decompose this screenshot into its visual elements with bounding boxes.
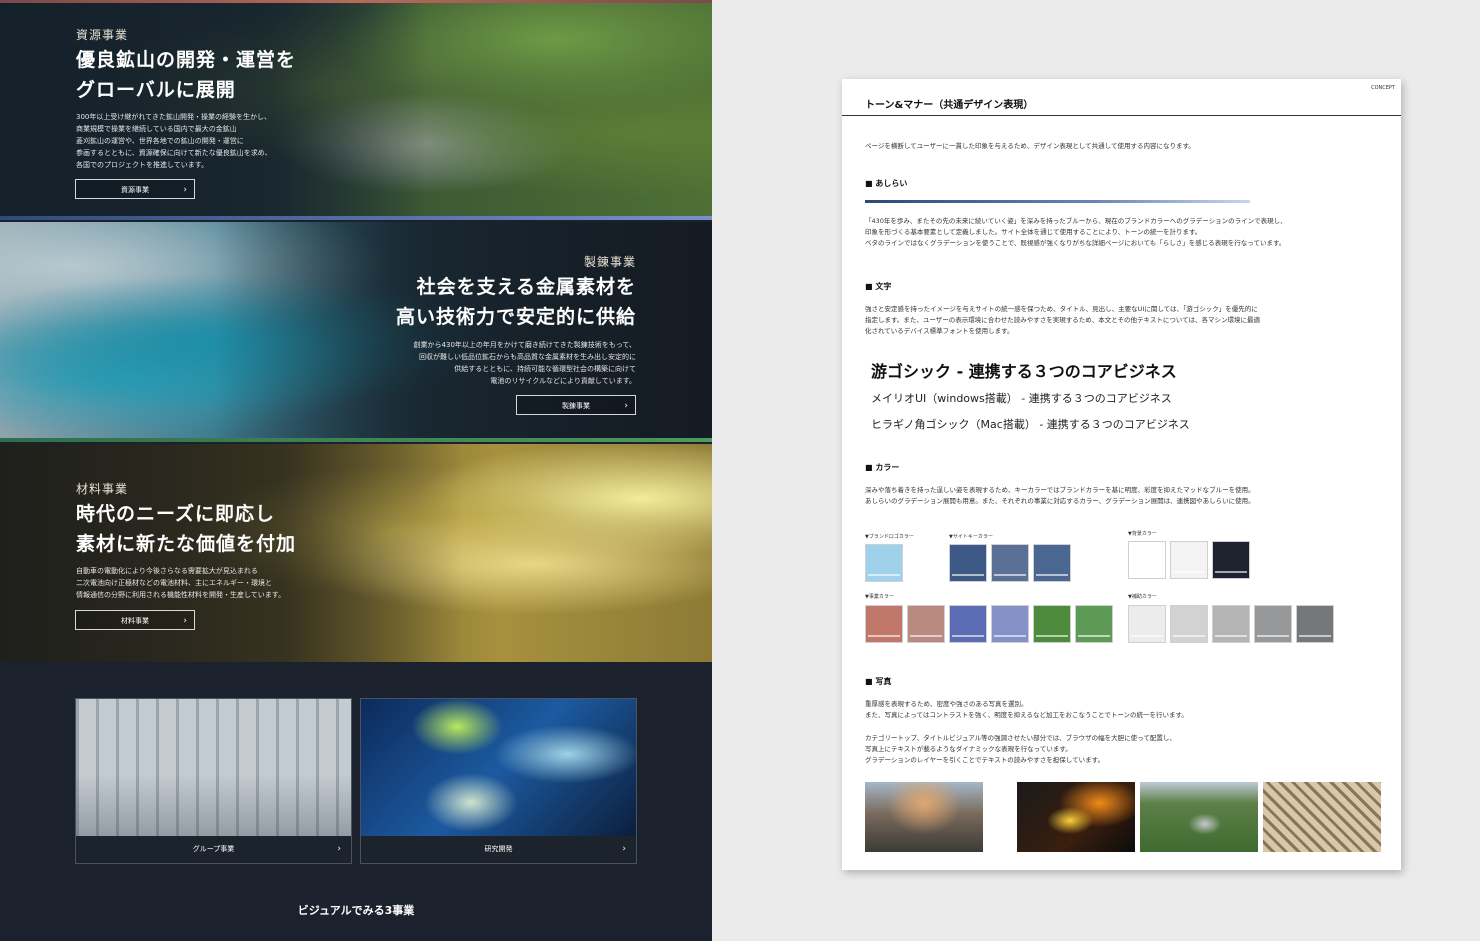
photo-sample-aerial xyxy=(1140,782,1258,852)
website-mockup: 資源事業 優良鉱山の開発・運営を グローバルに展開 300年以上受け継がれてきた… xyxy=(0,0,712,941)
color-swatch xyxy=(949,544,987,582)
materials-category: 材料事業 xyxy=(76,482,129,496)
color-swatch xyxy=(1033,605,1071,643)
color-heading: ■ カラー xyxy=(865,463,900,472)
group-business-image xyxy=(76,699,351,837)
color-swatch xyxy=(1170,605,1208,643)
shitsurai-heading: ■ あしらい xyxy=(865,179,908,188)
photo-body-2: カテゴリートップ、タイトルビジュアル等の強調させたい部分では、ブラウザの幅を大胆… xyxy=(865,734,1176,764)
brand-logo-color-label: ▼ブランドロゴカラー xyxy=(865,534,914,540)
research-image xyxy=(361,699,636,837)
smelting-headline: 社会を支える金属素材を 高い技術力で安定的に供給 xyxy=(395,276,636,328)
concept-document: CONCEPT トーン&マナー（共通デザイン表現） ページを横断してユーザーに一… xyxy=(842,79,1401,870)
color-body: 深みや落ち着きを持った逞しい姿を表現するため、キーカラーではブランドカラーを基に… xyxy=(865,486,1255,505)
shitsurai-body: 「430年を歩み、またその先の未来に続いていく姿」を深みを持ったブルーから、現在… xyxy=(865,217,1287,247)
title-rule xyxy=(842,115,1401,116)
chevron-right-icon: › xyxy=(337,844,341,854)
font-sample-meiryo: メイリオUI（windows搭載） - 連携する３つのコアビジネス xyxy=(871,392,1172,405)
font-sample-hiragino: ヒラギノ角ゴシック（Mac搭載） - 連携する３つのコアビジネス xyxy=(871,418,1190,431)
background-color-label: ▼背景カラー xyxy=(1128,531,1157,537)
business-color-label: ▼事業カラー xyxy=(865,594,894,600)
photo-heading: ■ 写真 xyxy=(865,677,892,686)
resources-headline: 優良鉱山の開発・運営を グローバルに展開 xyxy=(76,49,297,101)
auxiliary-color-label: ▼補助カラー xyxy=(1128,594,1157,600)
resources-body: 300年以上受け継がれてきた鉱山開発・操業の経験を生かし、 商業規模で操業を継続… xyxy=(76,113,272,169)
section-title: ビジュアルでみる3事業 xyxy=(297,904,415,917)
materials-band: 材料事業 時代のニーズに即応し 素材に新たな価値を付加 自動車の電動化により今後… xyxy=(0,444,712,662)
color-swatch xyxy=(1212,541,1250,579)
color-swatch xyxy=(1296,605,1334,643)
color-swatch xyxy=(865,605,903,643)
tile-group-business[interactable]: グループ事業 › xyxy=(75,698,352,864)
color-swatch xyxy=(1128,541,1166,579)
color-swatch xyxy=(1170,541,1208,579)
smelting-body: 創業から430年以上の年月をかけて磨き続けてきた製錬技術をもって、 回収が難しい… xyxy=(413,341,636,385)
moji-heading: ■ 文字 xyxy=(865,282,892,291)
smelting-category: 製錬事業 xyxy=(583,255,636,269)
materials-body: 自動車の電動化により今後さらなる需要拡大が見込まれる 二次電池向け正極材などの電… xyxy=(76,567,286,599)
color-swatch xyxy=(1075,605,1113,643)
chevron-right-icon: › xyxy=(183,185,187,195)
site-key-color-label: ▼サイトキーカラー xyxy=(949,534,993,540)
color-swatch xyxy=(865,544,903,582)
color-swatch xyxy=(1033,544,1071,582)
color-swatch xyxy=(907,605,945,643)
chevron-right-icon: › xyxy=(183,616,187,626)
resources-button[interactable]: 資源事業 › xyxy=(75,179,195,199)
photo-body-1: 重厚感を表現するため、密度や強さのある写真を選別。 また、写真によってはコントラ… xyxy=(865,700,1188,719)
smelting-button[interactable]: 製錬事業 › xyxy=(516,395,636,415)
photo-sample-mine xyxy=(865,782,983,852)
moji-body: 強さと安定感を持ったイメージを与えサイトの統一感を保つため、タイトル、見出し、主… xyxy=(865,305,1261,335)
color-swatch xyxy=(949,605,987,643)
chevron-right-icon: › xyxy=(624,401,628,411)
materials-headline: 時代のニーズに即応し 素材に新たな価値を付加 xyxy=(76,503,297,555)
color-swatch xyxy=(991,605,1029,643)
font-sample-yugothic: 游ゴシック - 連携する３つのコアビジネス xyxy=(871,362,1177,381)
doc-intro: ページを横断してユーザーに一貫した印象を与えるため、デザイン表現として共通して使… xyxy=(865,142,1195,150)
color-swatch xyxy=(1212,605,1250,643)
gradient-line xyxy=(865,200,1250,203)
color-swatch xyxy=(991,544,1029,582)
doc-title: トーン&マナー（共通デザイン表現） xyxy=(865,100,1034,111)
photo-sample-smelting xyxy=(1017,782,1135,852)
smelting-band: 製錬事業 社会を支える金属素材を 高い技術力で安定的に供給 創業から430年以上… xyxy=(0,222,712,442)
resources-band: 資源事業 優良鉱山の開発・運営を グローバルに展開 300年以上受け継がれてきた… xyxy=(0,0,712,220)
chevron-right-icon: › xyxy=(622,844,626,854)
color-swatch xyxy=(1254,605,1292,643)
materials-button[interactable]: 材料事業 › xyxy=(75,610,195,630)
resources-category: 資源事業 xyxy=(76,28,129,42)
doc-tag: CONCEPT xyxy=(1371,85,1395,91)
color-swatch xyxy=(1128,605,1166,643)
photo-sample-materials xyxy=(1263,782,1381,852)
tile-research[interactable]: 研究開発 › xyxy=(360,698,637,864)
